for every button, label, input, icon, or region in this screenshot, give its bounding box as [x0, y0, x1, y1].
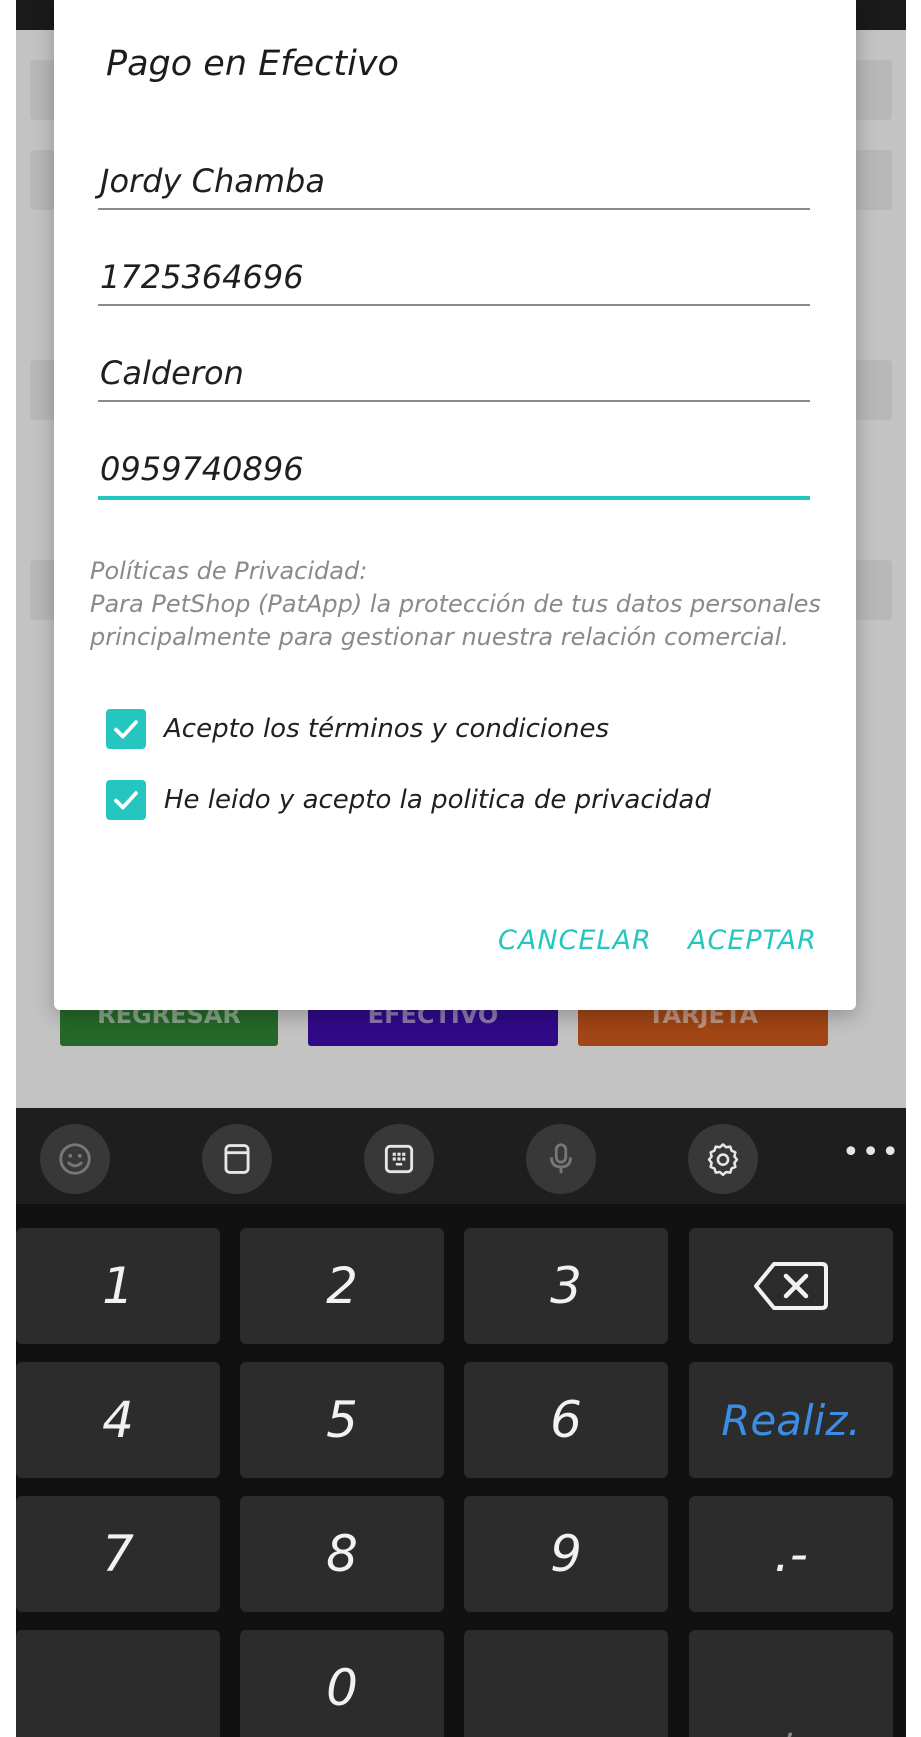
microphone-icon [550, 1143, 572, 1174]
key-8[interactable]: 8 [240, 1496, 444, 1612]
done-key[interactable]: Realiz. [689, 1362, 893, 1478]
numeric-keyboard: 1 2 3 4 5 6 Realiz. 7 8 9 .- 0 , [16, 1204, 906, 1737]
name-field-value: Jordy Chamba [100, 162, 325, 200]
terms-checkbox[interactable] [106, 709, 146, 749]
privacy-policy-text: Políticas de Privacidad: Para PetShop (P… [90, 555, 830, 654]
key-4[interactable]: 4 [16, 1362, 220, 1478]
key-0[interactable]: 0 [240, 1630, 444, 1737]
voice-input-button[interactable] [526, 1124, 596, 1194]
keypad-button[interactable] [364, 1124, 434, 1194]
key-9[interactable]: 9 [464, 1496, 668, 1612]
accept-button[interactable]: ACEPTAR [688, 925, 817, 956]
terms-checkbox-label: Acepto los términos y condiciones [164, 714, 610, 744]
privacy-line: Para PetShop (PatApp) la protección de t… [90, 590, 821, 618]
clipboard-icon [224, 1144, 250, 1174]
phone-screen: REGRESAR EFECTIVO TARJETA Pago en Efecti… [16, 0, 906, 1737]
privacy-checkbox-label: He leido y acepto la politica de privaci… [164, 785, 711, 815]
dot-dash-key[interactable]: .- [689, 1496, 893, 1612]
backspace-key[interactable] [689, 1228, 893, 1344]
cancel-button[interactable]: CANCELAR [498, 925, 652, 956]
keyboard-toolbar: ••• [16, 1108, 906, 1204]
dialog-title: Pago en Efectivo [106, 44, 399, 84]
address-field-value: Calderon [100, 354, 244, 392]
privacy-checkbox-row[interactable]: He leido y acepto la politica de privaci… [106, 778, 711, 822]
check-icon [114, 720, 138, 739]
emoji-icon [59, 1143, 91, 1175]
settings-icon [707, 1143, 739, 1177]
blank-key [464, 1630, 668, 1737]
key-2[interactable]: 2 [240, 1228, 444, 1344]
check-icon [114, 791, 138, 810]
more-icon[interactable]: ••• [842, 1138, 901, 1168]
privacy-heading: Políticas de Privacidad: [90, 557, 368, 585]
payment-dialog: Pago en Efectivo Jordy Chamba 1725364696… [54, 0, 856, 1010]
blank-key [16, 1630, 220, 1737]
id-number-field[interactable]: 1725364696 [98, 244, 810, 306]
phone-field-value: 0959740896 [100, 450, 304, 488]
comma-key[interactable]: , [689, 1630, 893, 1737]
emoji-button[interactable] [40, 1124, 110, 1194]
keypad-icon [384, 1144, 414, 1174]
privacy-checkbox[interactable] [106, 780, 146, 820]
address-field[interactable]: Calderon [98, 340, 810, 402]
key-1[interactable]: 1 [16, 1228, 220, 1344]
privacy-line: principalmente para gestionar nuestra re… [90, 623, 789, 651]
comma-key-label: , [785, 1706, 797, 1737]
key-5[interactable]: 5 [240, 1362, 444, 1478]
keyboard-settings-button[interactable] [688, 1124, 758, 1194]
id-number-field-value: 1725364696 [100, 258, 304, 296]
terms-checkbox-row[interactable]: Acepto los términos y condiciones [106, 707, 609, 751]
name-field[interactable]: Jordy Chamba [98, 148, 810, 210]
phone-field[interactable]: 0959740896 [98, 436, 810, 500]
key-3[interactable]: 3 [464, 1228, 668, 1344]
key-7[interactable]: 7 [16, 1496, 220, 1612]
backspace-icon [754, 1262, 828, 1310]
key-6[interactable]: 6 [464, 1362, 668, 1478]
clipboard-button[interactable] [202, 1124, 272, 1194]
